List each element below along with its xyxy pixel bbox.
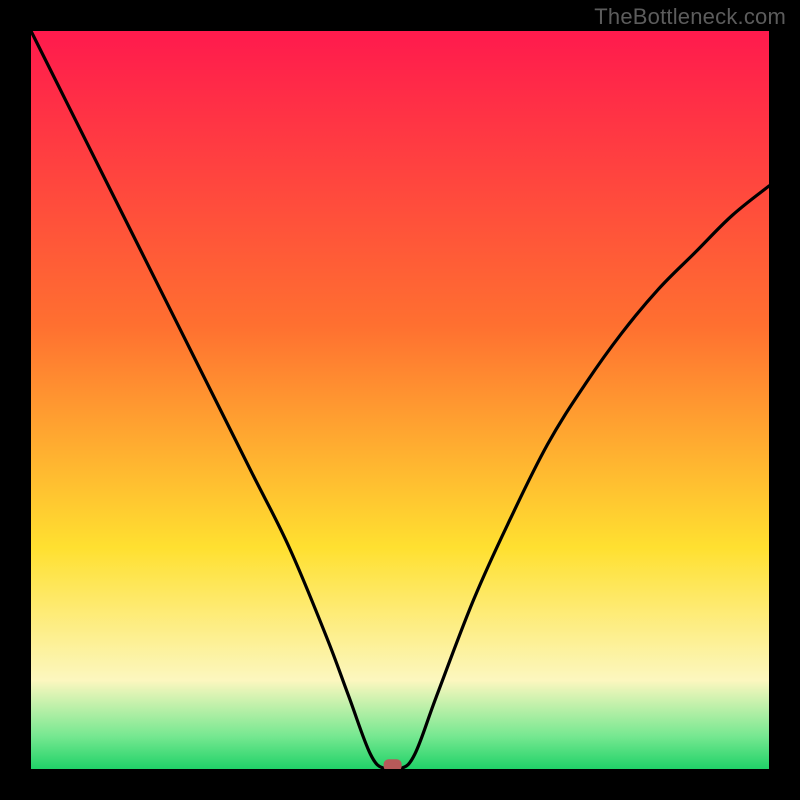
plot-area <box>31 31 769 769</box>
chart-frame: TheBottleneck.com <box>0 0 800 800</box>
watermark-text: TheBottleneck.com <box>594 4 786 30</box>
optimal-point-marker <box>384 759 402 769</box>
plot-svg <box>31 31 769 769</box>
plot-background-gradient <box>31 31 769 769</box>
